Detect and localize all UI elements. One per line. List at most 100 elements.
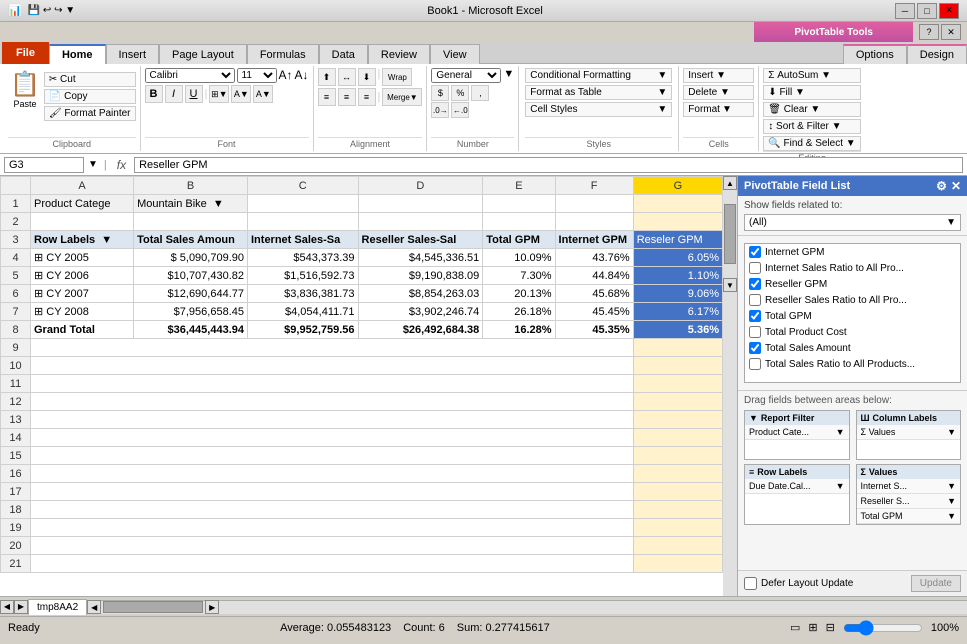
cell-d3[interactable]: Reseller Sales-Sal: [358, 231, 483, 249]
update-button[interactable]: Update: [911, 575, 961, 592]
tab-view[interactable]: View: [430, 44, 480, 64]
cell-b2[interactable]: [134, 213, 248, 231]
col-header-g[interactable]: G: [633, 177, 722, 195]
cell-c2[interactable]: [248, 213, 359, 231]
cell-a6[interactable]: ⊞ CY 2007: [31, 285, 134, 303]
conditional-formatting-btn[interactable]: Conditional Formatting ▼: [525, 68, 672, 83]
cell-a3[interactable]: Row Labels ▼: [31, 231, 134, 249]
number-expand-btn[interactable]: ▼: [503, 68, 514, 83]
cell-a8[interactable]: Grand Total: [31, 321, 134, 339]
row-header-21[interactable]: 21: [1, 555, 31, 573]
align-top-btn[interactable]: ⬆: [318, 68, 336, 86]
cell-a5[interactable]: ⊞ CY 2006: [31, 267, 134, 285]
zoom-slider[interactable]: [843, 620, 923, 636]
cell-f8[interactable]: 45.35%: [555, 321, 633, 339]
align-bottom-btn[interactable]: ⬇: [358, 68, 376, 86]
close-btn[interactable]: ✕: [939, 3, 959, 19]
sheet-scroll-left-btn[interactable]: ◀: [0, 600, 14, 614]
cell-f6[interactable]: 45.68%: [555, 285, 633, 303]
col-labels-caret[interactable]: ▼: [947, 427, 956, 437]
row-header-17[interactable]: 17: [1, 483, 31, 501]
list-item[interactable]: Total Sales Ratio to All Products...: [745, 356, 960, 372]
cell-d2[interactable]: [358, 213, 483, 231]
cell-styles-btn[interactable]: Cell Styles ▼: [525, 102, 672, 117]
row-header-18[interactable]: 18: [1, 501, 31, 519]
cell-g7[interactable]: 6.17%: [633, 303, 722, 321]
cell-g4[interactable]: 6.05%: [633, 249, 722, 267]
cell-f4[interactable]: 43.76%: [555, 249, 633, 267]
pivot-panel-icon-btn[interactable]: ⚙: [936, 179, 947, 193]
bold-btn[interactable]: B: [145, 85, 163, 103]
format-btn[interactable]: Format ▼: [683, 102, 754, 117]
row-header-8[interactable]: 8: [1, 321, 31, 339]
cell-d5[interactable]: $9,190,838.09: [358, 267, 483, 285]
cell-e7[interactable]: 26.18%: [483, 303, 555, 321]
pivot-close-btn[interactable]: ✕: [941, 24, 961, 40]
cell-b4[interactable]: $ 5,090,709.90: [134, 249, 248, 267]
cell-c6[interactable]: $3,836,381.73: [248, 285, 359, 303]
col-header-e[interactable]: E: [483, 177, 555, 195]
find-select-btn[interactable]: 🔍 Find & Select ▼: [763, 136, 860, 151]
cell-c4[interactable]: $543,373.39: [248, 249, 359, 267]
row-labels-caret[interactable]: ▼: [836, 481, 845, 491]
name-box[interactable]: [4, 157, 84, 173]
field-checkbox-reseller-sales-ratio[interactable]: [749, 294, 761, 306]
wrap-text-btn[interactable]: Wrap: [382, 68, 412, 86]
row-header-19[interactable]: 19: [1, 519, 31, 537]
scroll-left-btn[interactable]: ◀: [87, 600, 101, 614]
list-item[interactable]: Total Sales Amount: [745, 340, 960, 356]
h-scroll-thumb[interactable]: [103, 601, 203, 613]
cell-f2[interactable]: [555, 213, 633, 231]
row-header-9[interactable]: 9: [1, 339, 31, 357]
field-checkbox-total-product-cost[interactable]: [749, 326, 761, 338]
col-header-b[interactable]: B: [134, 177, 248, 195]
cell-b8[interactable]: $36,445,443.94: [134, 321, 248, 339]
cell-f5[interactable]: 44.84%: [555, 267, 633, 285]
row-header-13[interactable]: 13: [1, 411, 31, 429]
col-header-d[interactable]: D: [358, 177, 483, 195]
cell-e2[interactable]: [483, 213, 555, 231]
underline-btn[interactable]: U: [185, 85, 203, 103]
italic-btn[interactable]: I: [165, 85, 183, 103]
cell-f7[interactable]: 45.45%: [555, 303, 633, 321]
cell-c5[interactable]: $1,516,592.73: [248, 267, 359, 285]
align-center-btn[interactable]: ≡: [338, 88, 356, 106]
shrink-font-btn[interactable]: A↓: [295, 68, 309, 83]
border-btn[interactable]: ⊞▼: [209, 85, 229, 103]
value1-caret[interactable]: ▼: [947, 481, 956, 491]
fields-related-dropdown[interactable]: (All) ▼: [744, 214, 961, 231]
font-size-select[interactable]: 11: [237, 68, 277, 83]
percent-btn[interactable]: %: [451, 85, 469, 101]
col-header-f[interactable]: F: [555, 177, 633, 195]
cell-b6[interactable]: $12,690,644.77: [134, 285, 248, 303]
font-color-btn[interactable]: A▼: [253, 85, 273, 103]
sheet-tab-tmp8aa2[interactable]: tmp8AA2: [28, 599, 87, 615]
cell-c7[interactable]: $4,054,411.71: [248, 303, 359, 321]
cell-b5[interactable]: $10,707,430.82: [134, 267, 248, 285]
cell-e3[interactable]: Total GPM: [483, 231, 555, 249]
list-item[interactable]: Σ Values ▼: [857, 425, 961, 440]
cell-g8[interactable]: 5.36%: [633, 321, 722, 339]
list-item[interactable]: Product Cate... ▼: [745, 425, 849, 440]
tab-formulas[interactable]: Formulas: [247, 44, 319, 64]
insert-btn[interactable]: Insert ▼: [683, 68, 754, 83]
scroll-thumb-v[interactable]: [724, 204, 736, 264]
pivot-panel-close-btn[interactable]: ✕: [951, 179, 961, 193]
row-header-16[interactable]: 16: [1, 465, 31, 483]
align-middle-btn[interactable]: ↔: [338, 68, 356, 86]
list-item[interactable]: Total GPM ▼: [857, 509, 961, 524]
list-item[interactable]: Total Product Cost: [745, 324, 960, 340]
col-header-c[interactable]: C: [248, 177, 359, 195]
fill-color-btn[interactable]: A▼: [231, 85, 251, 103]
row-header-2[interactable]: 2: [1, 213, 31, 231]
cell-d4[interactable]: $4,545,336.51: [358, 249, 483, 267]
cell-d1[interactable]: [358, 195, 483, 213]
view-page-break-btn[interactable]: ⊟: [826, 621, 835, 634]
font-name-select[interactable]: Calibri: [145, 68, 235, 83]
fill-btn[interactable]: ⬇ Fill ▼: [763, 85, 860, 100]
clear-btn[interactable]: 🗑 Clear ▼: [763, 102, 860, 117]
cell-g6[interactable]: 9.06%: [633, 285, 722, 303]
scroll-right-btn[interactable]: ▶: [205, 600, 219, 614]
list-item[interactable]: Internet S... ▼: [857, 479, 961, 494]
grow-font-btn[interactable]: A↑: [279, 68, 293, 83]
